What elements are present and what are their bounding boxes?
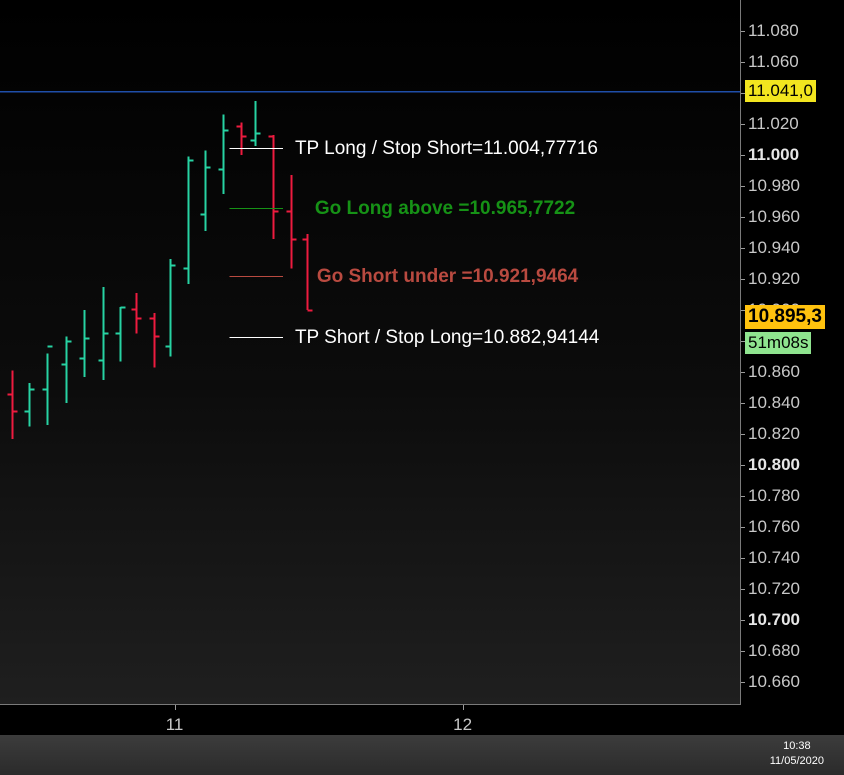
ohlc-bar [165, 258, 176, 357]
price-chart-plot[interactable] [0, 0, 740, 704]
ohlc-bar [79, 310, 90, 377]
price-tick-label: 11.080 [748, 21, 799, 40]
price-tick-label: 10.720 [748, 579, 800, 599]
ohlc-bar [268, 134, 279, 239]
ohlc-bar [236, 122, 247, 156]
level-label: TP Short / Stop Long=10.882,94144 [294, 326, 600, 348]
time-tick-mark [463, 705, 464, 710]
price-tick-mark [741, 155, 745, 156]
time-tick-label: 12 [453, 715, 473, 734]
price-tick-label: 11.000 [748, 145, 800, 165]
price-tick-mark [741, 279, 745, 280]
price-tick-mark [741, 248, 745, 249]
price-tick-mark [741, 403, 745, 404]
time-tick-label: 11 [165, 715, 184, 734]
price-tick-label: 10.960 [748, 207, 800, 227]
ohlc-bar [131, 293, 142, 334]
ohlc-bar [286, 175, 297, 269]
price-tick-label: 10.920 [748, 269, 800, 289]
clock: 10:38 11/05/2020 [770, 739, 824, 769]
level-label: TP Long / Stop Short=11.004,77716 [294, 137, 598, 159]
ohlc-bar [302, 234, 313, 312]
ohlc-bar [218, 114, 229, 194]
ohlc-bar [149, 313, 160, 368]
ohlc-bar [183, 156, 194, 284]
price-tick-mark [741, 651, 745, 652]
bar-countdown-tag: 51m08s [745, 332, 812, 355]
ohlc-bar [61, 336, 72, 404]
clock-time: 10:38 [783, 740, 811, 752]
price-tick-label: 11.060 [748, 52, 799, 72]
price-tick-mark [741, 620, 745, 621]
price-tick-mark [741, 589, 745, 590]
price-tick-mark [741, 496, 745, 497]
price-tick-label: 10.660 [748, 672, 800, 692]
ohlc-bar [98, 286, 109, 380]
ohlc-bar [200, 150, 211, 232]
price-tick-label: 11.020 [748, 114, 799, 134]
time-axis[interactable]: 11 12 [0, 705, 741, 735]
price-tick-label: 10.800 [748, 455, 800, 475]
time-tick-mark [175, 705, 176, 710]
price-tick-mark [741, 62, 745, 63]
price-tick-label: 10.760 [748, 517, 800, 537]
ohlc-bar [115, 306, 126, 362]
price-tick-mark [741, 31, 745, 32]
price-axis[interactable]: 11.08011.06011.04011.02011.00010.98010.9… [741, 0, 844, 704]
price-tick-mark [741, 434, 745, 435]
ohlc-bar [7, 370, 18, 439]
price-tick-mark [741, 372, 745, 373]
price-tick-label: 10.840 [748, 393, 800, 413]
price-tick-mark [741, 465, 745, 466]
chart-area[interactable]: TP Long / Stop Short=11.004,77716 Go Long… [0, 0, 740, 704]
price-tick-mark [741, 186, 745, 187]
price-tick-mark [741, 527, 745, 528]
last-price-tag: 10.895,3 [745, 305, 825, 330]
ohlc-bar [24, 383, 35, 427]
price-tick-label: 10.780 [748, 486, 800, 506]
price-tick-label: 10.740 [748, 548, 800, 568]
price-tick-mark [741, 558, 745, 559]
level-label: Go Short under =10.921,9464 [316, 265, 579, 287]
price-tick-label: 10.820 [748, 424, 800, 444]
price-tick-label: 10.700 [748, 610, 800, 630]
price-tick-label: 10.680 [748, 641, 800, 661]
ohlc-bar [42, 345, 53, 425]
price-tick-label: 10.980 [748, 176, 800, 196]
price-tick-label: 10.940 [748, 238, 800, 258]
resistance-price-tag: 11.041,0 [745, 80, 816, 103]
clock-date: 11/05/2020 [769, 755, 824, 767]
ohlc-bar [250, 100, 261, 146]
price-tick-mark [741, 124, 745, 125]
price-tick-mark [741, 682, 745, 683]
price-tick-label: 10.860 [748, 362, 800, 382]
status-bar: 10:38 11/05/2020 [0, 735, 844, 775]
level-label: Go Long above =10.965,7722 [314, 197, 576, 219]
price-tick-mark [741, 217, 745, 218]
